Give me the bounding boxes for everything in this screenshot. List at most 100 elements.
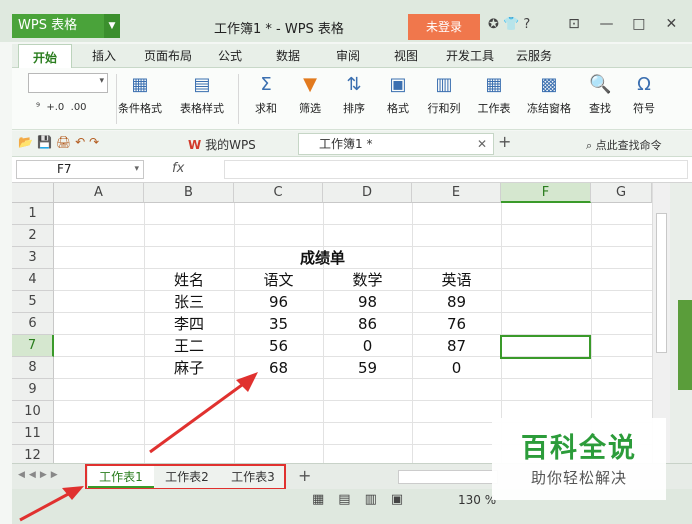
view-mode-icons[interactable]: ▦▤▥▣: [312, 492, 417, 507]
sigma-icon: Σ: [260, 74, 272, 95]
data-cell[interactable]: 王二: [144, 335, 234, 357]
skin-icon[interactable]: ✪: [488, 17, 499, 32]
zoom-level[interactable]: 130 %: [458, 493, 496, 507]
header-cell[interactable]: 数学: [323, 269, 412, 291]
document-tab[interactable]: 工作簿1 * ✕: [298, 133, 494, 155]
sort-icon: ⇅: [346, 74, 362, 95]
data-cell[interactable]: 89: [412, 291, 501, 313]
rows-cols-button[interactable]: ▥ 行和列: [420, 74, 468, 116]
help-icon[interactable]: ?: [523, 17, 530, 32]
tab-page-layout[interactable]: 页面布局: [144, 47, 192, 64]
decimal-buttons[interactable]: ⁹ +.0 .00: [36, 102, 87, 113]
tab-developer[interactable]: 开发工具: [446, 47, 494, 64]
header-cell[interactable]: 英语: [412, 269, 501, 291]
symbol-label: 符号: [633, 102, 655, 115]
row-header[interactable]: 6: [12, 313, 54, 335]
tab-review[interactable]: 审阅: [336, 47, 360, 64]
data-cell[interactable]: 68: [234, 357, 323, 379]
font-size-select[interactable]: [28, 73, 108, 93]
tab-cloud[interactable]: 云服务: [516, 47, 552, 64]
data-cell[interactable]: 0: [412, 357, 501, 379]
column-header[interactable]: G: [591, 183, 652, 203]
header-cell[interactable]: 语文: [234, 269, 323, 291]
sheet-title-cell[interactable]: 成绩单: [144, 247, 501, 269]
quick-access-bar: 📂💾🖨↶↷ W 我的WPS 工作簿1 * ✕ + ⌕ 点此查找命令: [12, 131, 692, 157]
formula-bar: F7 fx: [12, 157, 692, 183]
conditional-format-button[interactable]: ▦ 条件格式: [108, 74, 172, 116]
data-cell[interactable]: 李四: [144, 313, 234, 335]
row-header[interactable]: 10: [12, 401, 54, 423]
data-cell[interactable]: 76: [412, 313, 501, 335]
add-sheet-icon[interactable]: +: [298, 466, 311, 485]
column-header[interactable]: A: [54, 183, 144, 203]
row-header[interactable]: 2: [12, 225, 54, 247]
tab-data[interactable]: 数据: [276, 47, 300, 64]
my-wps-label: 我的WPS: [205, 138, 256, 152]
side-panel-toggle[interactable]: [678, 300, 692, 390]
new-tab-icon[interactable]: +: [498, 132, 511, 151]
conditional-format-icon: ▦: [131, 74, 149, 95]
minimize-icon[interactable]: —: [592, 16, 620, 32]
tab-insert[interactable]: 插入: [92, 47, 116, 64]
table-style-button[interactable]: ▤ 表格样式: [170, 74, 234, 116]
shirt-icon[interactable]: 👕: [503, 17, 519, 32]
row-header[interactable]: 5: [12, 291, 54, 313]
active-cell-f7[interactable]: [500, 335, 591, 359]
row-header[interactable]: 8: [12, 357, 54, 379]
data-cell[interactable]: 56: [234, 335, 323, 357]
format-button[interactable]: ▣ 格式: [378, 74, 418, 116]
fx-icon[interactable]: fx: [172, 161, 184, 176]
row-header[interactable]: 4: [12, 269, 54, 291]
row-header[interactable]: 7: [12, 335, 54, 357]
data-cell[interactable]: 98: [323, 291, 412, 313]
wps-icon: W: [188, 138, 202, 152]
column-header[interactable]: F: [501, 183, 591, 203]
data-cell[interactable]: 0: [323, 335, 412, 357]
horizontal-scrollbar[interactable]: [398, 470, 498, 484]
find-button[interactable]: 🔍 查找: [580, 74, 620, 116]
chevron-down-icon[interactable]: ▼: [104, 14, 120, 38]
freeze-panes-button[interactable]: ▩ 冻结窗格: [522, 74, 576, 116]
data-cell[interactable]: 87: [412, 335, 501, 357]
data-cell[interactable]: 86: [323, 313, 412, 335]
name-box[interactable]: F7: [16, 160, 144, 179]
tab-home[interactable]: 开始: [18, 44, 73, 69]
close-icon[interactable]: ✕: [657, 16, 685, 32]
maximize-icon[interactable]: □: [625, 16, 653, 32]
my-wps-tab[interactable]: W 我的WPS: [188, 136, 256, 153]
symbol-button[interactable]: Ω 符号: [624, 74, 664, 116]
filter-button[interactable]: ▼ 筛选: [290, 74, 330, 116]
column-header[interactable]: B: [144, 183, 234, 203]
row-header[interactable]: 9: [12, 379, 54, 401]
login-button[interactable]: 未登录: [408, 14, 480, 40]
select-all-corner[interactable]: [12, 183, 54, 203]
worksheet-button[interactable]: ▦ 工作表: [470, 74, 518, 116]
row-header[interactable]: 3: [12, 247, 54, 269]
sheet-nav-arrows[interactable]: ◀◀▶▶: [18, 470, 62, 480]
sum-button[interactable]: Σ 求和: [246, 74, 286, 116]
wps-logo-button[interactable]: WPS 表格 ▼: [12, 14, 120, 38]
data-cell[interactable]: 96: [234, 291, 323, 313]
row-header[interactable]: 11: [12, 423, 54, 445]
formula-input[interactable]: [224, 160, 688, 179]
row-header[interactable]: 12: [12, 445, 54, 463]
tab-view[interactable]: 视图: [394, 47, 418, 64]
scrollbar-thumb[interactable]: [656, 213, 667, 353]
quick-access-icons[interactable]: 📂💾🖨↶↷: [18, 135, 103, 149]
row-header[interactable]: 1: [12, 203, 54, 225]
column-header[interactable]: E: [412, 183, 501, 203]
data-cell[interactable]: 35: [234, 313, 323, 335]
tab-formulas[interactable]: 公式: [218, 47, 242, 64]
data-cell[interactable]: 张三: [144, 291, 234, 313]
command-search[interactable]: ⌕ 点此查找命令: [586, 137, 662, 153]
search-icon: ⌕: [586, 139, 593, 152]
restore-icon[interactable]: ⊡: [560, 16, 588, 32]
data-cell[interactable]: 麻子: [144, 357, 234, 379]
column-header[interactable]: D: [323, 183, 412, 203]
sort-button[interactable]: ⇅ 排序: [334, 74, 374, 116]
column-header[interactable]: C: [234, 183, 323, 203]
data-cell[interactable]: 59: [323, 357, 412, 379]
header-cell[interactable]: 姓名: [144, 269, 234, 291]
close-tab-icon[interactable]: ✕: [477, 134, 487, 154]
rows-cols-icon: ▥: [435, 74, 453, 95]
